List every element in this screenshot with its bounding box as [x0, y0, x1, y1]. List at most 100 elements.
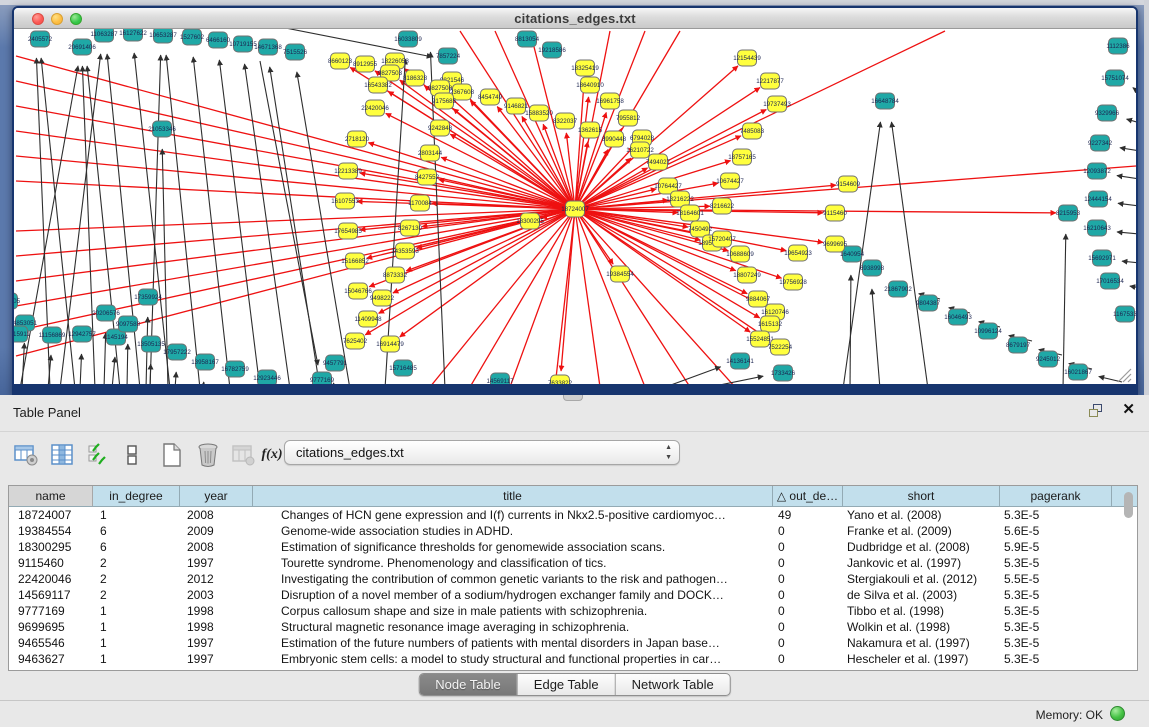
- graph-node[interactable]: 19756928: [779, 274, 807, 290]
- graph-node[interactable]: 11063287: [90, 29, 118, 42]
- table-row[interactable]: 946554611997Estimation of the future num…: [9, 635, 1117, 651]
- graph-node[interactable]: 12217877: [756, 73, 784, 89]
- graph-node[interactable]: 2405572: [28, 31, 53, 47]
- graph-node[interactable]: 7857224: [436, 48, 461, 64]
- graph-node[interactable]: 1733426: [771, 365, 796, 381]
- graph-node[interactable]: 2718120: [345, 131, 370, 147]
- table-row[interactable]: 969969511998Structural magnetic resonanc…: [9, 619, 1117, 635]
- graph-node[interactable]: 8912955: [353, 56, 378, 72]
- graph-node[interactable]: 8322037: [553, 113, 578, 129]
- graph-node[interactable]: 8215953: [1056, 205, 1081, 221]
- column-header-title[interactable]: title: [253, 486, 773, 507]
- graph-node[interactable]: 19737493: [763, 96, 791, 112]
- graph-node[interactable]: 7485083: [740, 123, 765, 139]
- tab-edge-table[interactable]: Edge Table: [518, 674, 616, 695]
- graph-node[interactable]: 15751074: [1101, 70, 1129, 86]
- graph-node[interactable]: 9154609: [836, 176, 861, 192]
- graph-node[interactable]: 8267130: [398, 220, 423, 236]
- graph-node[interactable]: 16648784: [871, 93, 899, 109]
- graph-node[interactable]: 10688609: [726, 246, 754, 262]
- graph-node[interactable]: 16210643: [1083, 220, 1111, 236]
- graph-node[interactable]: 2520605: [14, 293, 21, 309]
- resize-grip[interactable]: [1118, 369, 1131, 382]
- graph-node[interactable]: 11156869: [39, 327, 66, 343]
- column-settings-icon[interactable]: [48, 441, 76, 469]
- graph-node[interactable]: 1170084: [408, 195, 432, 211]
- table-scrollbar[interactable]: [1123, 490, 1134, 668]
- graph-node[interactable]: 19654923: [784, 245, 812, 261]
- graph-node[interactable]: 8216622: [710, 198, 735, 214]
- graph-node[interactable]: 16782759: [221, 361, 249, 377]
- table-row[interactable]: 1456911722003Disruption of a novel membe…: [9, 587, 1117, 603]
- graph-node[interactable]: 1615132: [758, 316, 783, 332]
- citation-network-graph[interactable]: 2405572206914061106328716127622106532871…: [14, 29, 1136, 384]
- select-rows-icon[interactable]: [84, 441, 112, 469]
- graph-node[interactable]: 1527602: [180, 29, 205, 45]
- graph-node[interactable]: 6466160: [206, 32, 231, 48]
- graph-node[interactable]: 10996124: [974, 323, 1002, 339]
- graph-node[interactable]: 20691406: [68, 39, 96, 55]
- graph-node[interactable]: 16914479: [376, 336, 404, 352]
- graph-node[interactable]: 16021867: [1064, 364, 1092, 380]
- column-header-year[interactable]: year: [180, 486, 253, 507]
- graph-node[interactable]: 7633822: [548, 375, 573, 384]
- graph-node[interactable]: 15692971: [1088, 250, 1116, 266]
- tab-network-table[interactable]: Network Table: [616, 674, 730, 695]
- graph-node[interactable]: 12444154: [1084, 191, 1112, 207]
- column-header-short[interactable]: short: [843, 486, 1000, 507]
- graph-node[interactable]: 9457791: [323, 355, 348, 371]
- graph-node[interactable]: 12093872: [1083, 163, 1111, 179]
- graph-node[interactable]: 22420046: [361, 100, 389, 116]
- graph-node[interactable]: 8813054: [515, 31, 540, 47]
- graph-node[interactable]: 9329966: [1095, 105, 1120, 121]
- graph-node[interactable]: 16107553: [331, 193, 359, 209]
- graph-node[interactable]: 9777169: [310, 372, 335, 384]
- graph-node[interactable]: 1167533: [1113, 306, 1136, 322]
- table-row[interactable]: 1938455462009Genome-wide association stu…: [9, 523, 1117, 539]
- table-selector-dropdown[interactable]: citations_edges.txt ▲▼: [284, 440, 680, 465]
- tab-node-table[interactable]: Node Table: [419, 674, 518, 695]
- graph-node[interactable]: 16033809: [394, 31, 422, 47]
- graph-node[interactable]: 9699695: [823, 236, 848, 252]
- graph-node[interactable]: 12213389: [334, 163, 362, 179]
- graph-node[interactable]: 8660123: [328, 53, 353, 69]
- scrollbar-thumb[interactable]: [1124, 492, 1133, 518]
- graph-node[interactable]: 14353593: [391, 243, 419, 259]
- graph-node[interactable]: 17016534: [1096, 273, 1124, 289]
- row-height-icon[interactable]: [118, 441, 146, 469]
- graph-node[interactable]: 8990448: [602, 131, 627, 147]
- graph-node[interactable]: 8873332: [383, 267, 408, 283]
- graph-node[interactable]: 9175685: [432, 93, 457, 109]
- table-settings-icon[interactable]: [12, 441, 40, 469]
- graph-node[interactable]: 7522254: [768, 339, 793, 355]
- graph-node[interactable]: 6938998: [860, 260, 885, 276]
- graph-node[interactable]: 8679197: [1006, 337, 1031, 353]
- new-file-icon[interactable]: [158, 441, 186, 469]
- graph-node[interactable]: 2803144: [418, 145, 443, 161]
- graph-node[interactable]: 9097588: [116, 316, 141, 332]
- graph-node[interactable]: 8454749: [478, 89, 503, 105]
- graph-node[interactable]: 1362615: [578, 122, 603, 138]
- graph-node[interactable]: 16046493: [944, 309, 972, 325]
- network-window-titlebar[interactable]: citations_edges.txt: [14, 8, 1136, 29]
- graph-node[interactable]: 9245012: [1036, 351, 1061, 367]
- graph-node[interactable]: 18757165: [728, 149, 756, 165]
- graph-node[interactable]: 11409948: [354, 311, 382, 327]
- graph-node[interactable]: 15046766: [344, 283, 372, 299]
- graph-node[interactable]: 18325419: [571, 60, 599, 76]
- graph-node[interactable]: 7625402: [343, 333, 368, 349]
- column-header-name[interactable]: name: [9, 486, 93, 507]
- column-header-pagerank[interactable]: pagerank: [1000, 486, 1112, 507]
- graph-node[interactable]: 13958167: [191, 354, 219, 370]
- graph-node[interactable]: 9804387: [916, 295, 941, 311]
- table-row[interactable]: 1872400712008Changes of HCN gene express…: [9, 507, 1117, 523]
- graph-node[interactable]: 7494027: [646, 154, 671, 170]
- float-panel-icon[interactable]: [1089, 404, 1105, 419]
- graph-node[interactable]: 14671368: [254, 39, 282, 55]
- graph-node[interactable]: 20206576: [92, 305, 120, 321]
- graph-node[interactable]: 13505135: [137, 336, 165, 352]
- graph-node[interactable]: 9498222: [370, 290, 395, 306]
- close-panel-icon[interactable]: ✕: [1122, 402, 1135, 418]
- table-row[interactable]: 946362711997Embryonic stem cells: a mode…: [9, 651, 1117, 667]
- graph-node[interactable]: 21867902: [884, 281, 912, 297]
